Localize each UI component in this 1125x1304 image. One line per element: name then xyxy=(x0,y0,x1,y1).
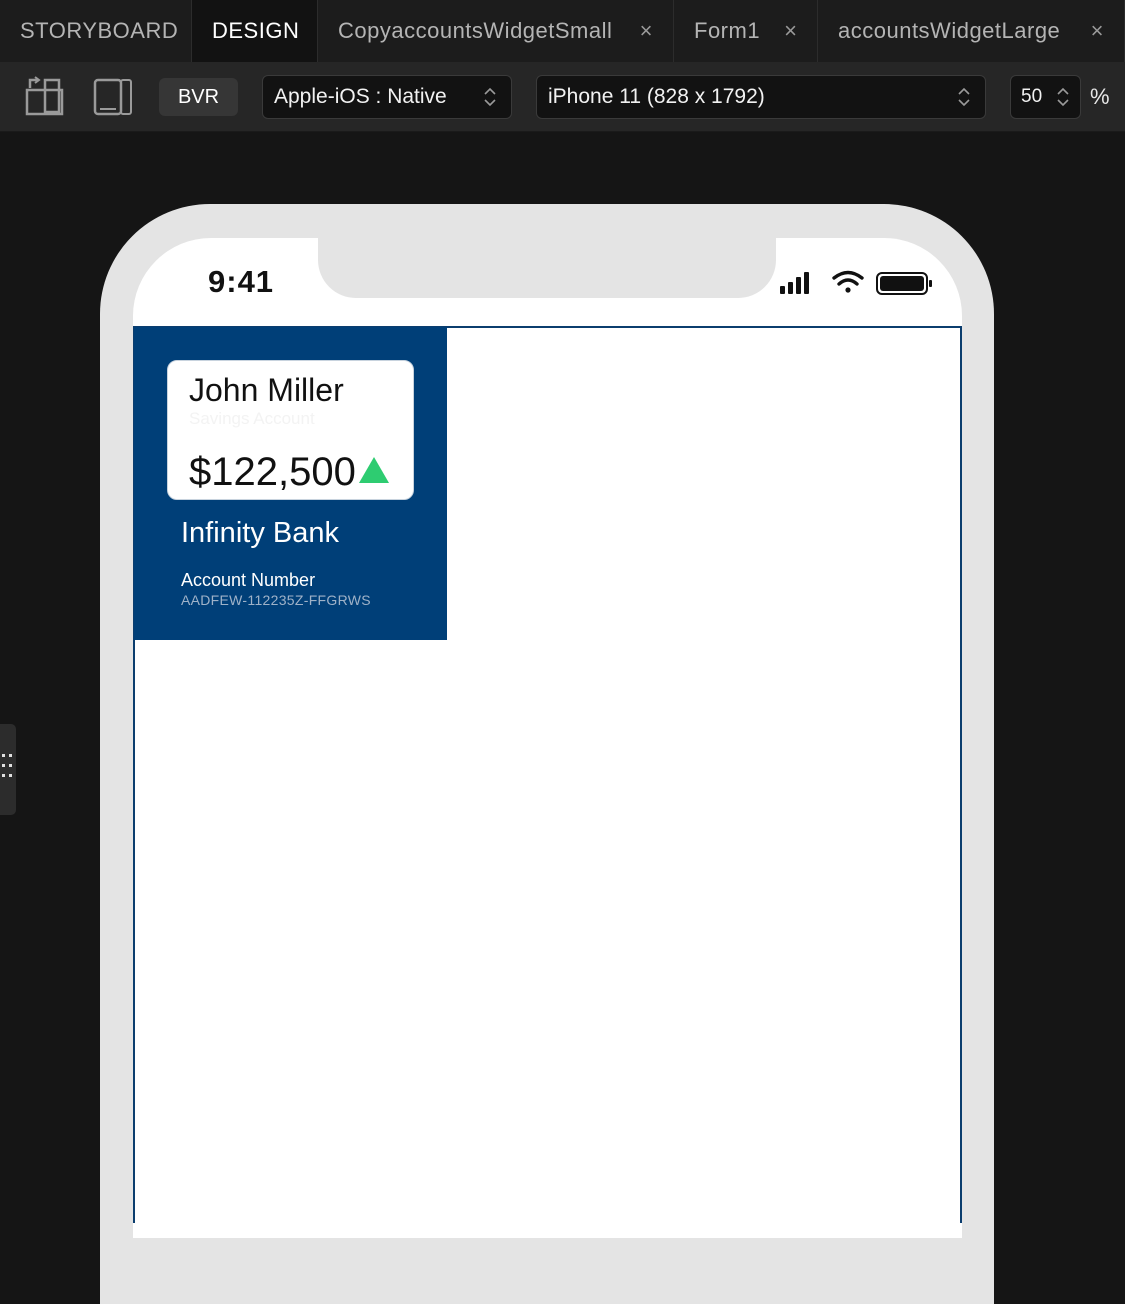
device-frame-icon[interactable] xyxy=(92,76,134,123)
tab-copyaccountswidgetsmall[interactable]: CopyaccountsWidgetSmall × xyxy=(318,0,674,62)
platform-select[interactable]: Apple-iOS : Native xyxy=(262,75,512,119)
battery-icon xyxy=(876,272,932,295)
tab-form1[interactable]: Form1 × xyxy=(674,0,818,62)
chevron-updown-icon[interactable] xyxy=(1056,85,1070,115)
bank-name: Infinity Bank xyxy=(181,517,339,549)
tab-label: CopyaccountsWidgetSmall xyxy=(338,18,613,43)
device-notch xyxy=(318,236,776,298)
close-icon[interactable]: × xyxy=(640,18,653,44)
tab-bar: STORYBOARD DESIGN CopyaccountsWidgetSmal… xyxy=(0,0,1125,62)
tab-label: DESIGN xyxy=(212,18,300,43)
bvr-button[interactable]: BVR xyxy=(159,78,238,116)
platform-value: Apple-iOS : Native xyxy=(274,85,447,108)
device-value: iPhone 11 (828 x 1792) xyxy=(548,85,765,108)
tab-design[interactable]: DESIGN xyxy=(192,0,318,62)
chevron-updown-icon xyxy=(957,85,971,115)
account-holder-name: John Miller xyxy=(189,372,344,408)
signal-icon xyxy=(780,272,809,294)
zoom-value: 50 xyxy=(1021,86,1043,107)
account-balance: $122,500 xyxy=(189,450,356,494)
tab-label: accountsWidgetLarge xyxy=(838,18,1061,43)
drag-dots-icon xyxy=(2,754,12,777)
wifi-icon xyxy=(832,270,864,293)
chevron-updown-icon xyxy=(483,85,497,115)
close-icon[interactable]: × xyxy=(784,18,797,44)
tab-label: Form1 xyxy=(694,18,761,43)
tab-label: STORYBOARD xyxy=(20,18,179,43)
rotate-orientation-icon[interactable] xyxy=(24,76,66,123)
status-icons xyxy=(778,268,932,303)
tab-accountswidgetlarge[interactable]: accountsWidgetLarge × xyxy=(818,0,1125,62)
account-type: Savings Account xyxy=(189,409,315,428)
design-toolbar: BVR Apple-iOS : Native iPhone 11 (828 x … xyxy=(0,62,1125,132)
zoom-stepper[interactable]: 50 xyxy=(1010,75,1081,119)
account-number-label: Account Number xyxy=(181,570,316,590)
account-number-value: AADFEW-112235Z-FFGRWS xyxy=(181,592,371,608)
tab-storyboard[interactable]: STORYBOARD xyxy=(0,0,192,62)
device-select[interactable]: iPhone 11 (828 x 1792) xyxy=(536,75,986,119)
zoom-unit: % xyxy=(1090,84,1110,109)
status-time: 9:41 xyxy=(208,264,275,299)
trend-up-icon xyxy=(358,456,390,489)
close-icon[interactable]: × xyxy=(1091,18,1104,44)
panel-drag-handle[interactable] xyxy=(0,724,16,815)
